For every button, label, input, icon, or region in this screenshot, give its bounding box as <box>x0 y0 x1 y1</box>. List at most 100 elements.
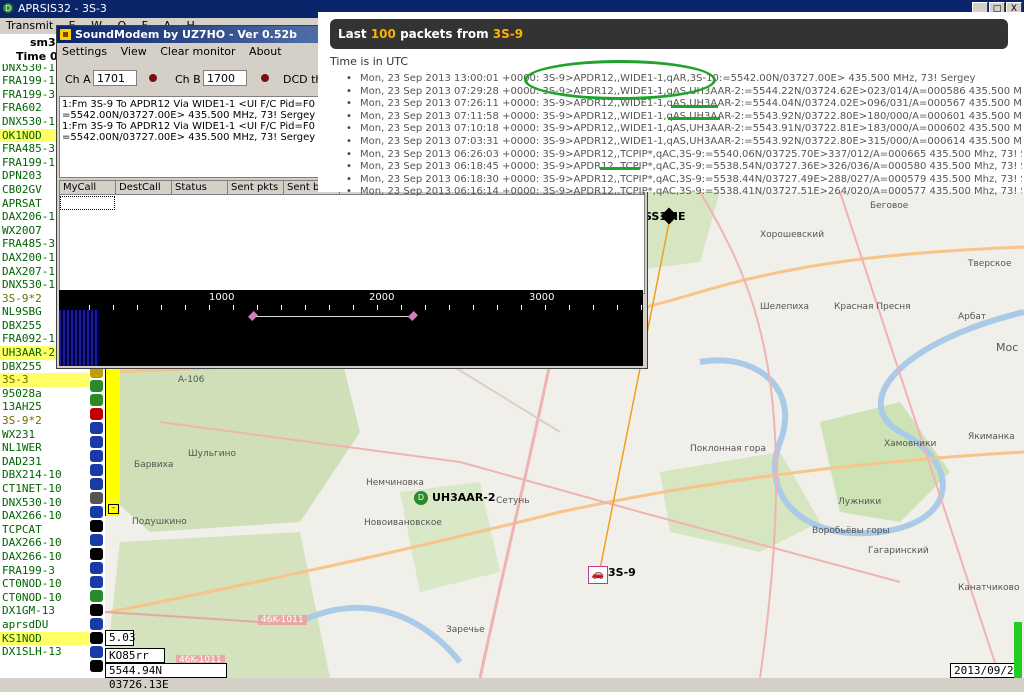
waterfall-display[interactable]: 1000 2000 3000 <box>59 290 643 366</box>
freq-tick <box>353 305 354 310</box>
freq-label: 3000 <box>529 292 555 303</box>
aprs-symbol-icon <box>90 394 103 406</box>
col-status[interactable]: Status <box>172 181 228 195</box>
waterfall-signal <box>59 310 99 366</box>
aprs-symbol-icon <box>90 450 103 462</box>
heading-middle: packets from <box>400 27 489 41</box>
digipeater-icon[interactable]: D <box>414 491 428 505</box>
aprs-symbol-icon <box>90 604 103 616</box>
freq-tick <box>593 305 594 310</box>
packet-row: Mon, 23 Sep 2013 07:10:18 +0000: 3S-9>AP… <box>346 123 1022 136</box>
aprs-symbol-icon <box>90 520 103 532</box>
aprsis-app-icon: D <box>2 2 14 14</box>
aprs-symbol-icon <box>90 492 103 504</box>
scroll-thumb[interactable]: - <box>108 504 119 514</box>
freq-tick <box>281 305 282 310</box>
web-panel: Last 100 packets from 3S-9 Time is in UT… <box>318 12 1024 199</box>
ch-b-indicator <box>261 74 269 82</box>
freq-tick <box>305 305 306 310</box>
col-destcall[interactable]: DestCall <box>116 181 172 195</box>
modem-bandwidth-line <box>253 316 413 317</box>
freq-tick <box>497 305 498 310</box>
signal-bar <box>1014 622 1022 678</box>
aprs-symbol-icon <box>90 534 103 546</box>
window-title: APRSIS32 - 3S-3 <box>18 2 107 15</box>
station-label-top[interactable]: SS1ME <box>644 210 685 223</box>
freq-tick <box>329 305 330 310</box>
ch-b-label: Ch B <box>175 73 201 86</box>
freq-tick <box>545 305 546 310</box>
packet-row: Mon, 23 Sep 2013 06:26:03 +0000: 3S-9>AP… <box>346 149 1022 162</box>
status-value: 5.03 <box>105 630 136 646</box>
ch-a-label: Ch A <box>65 73 91 86</box>
svg-text:D: D <box>5 4 11 13</box>
station-label-uh3aar[interactable]: UH3AAR-2 <box>432 491 496 504</box>
freq-tick <box>161 305 162 310</box>
col-sent-pkts[interactable]: Sent pkts <box>228 181 284 195</box>
aprs-symbol-icon <box>90 632 103 644</box>
aprs-symbol-icon <box>90 548 103 560</box>
freq-tick <box>185 305 186 310</box>
aprs-symbol-icon <box>90 562 103 574</box>
ch-b-marker[interactable] <box>408 311 418 321</box>
soundmodem-title: SoundModem by UZ7HO - Ver 0.52b <box>75 28 298 41</box>
ch-a-input[interactable]: 1701 <box>93 70 137 86</box>
freq-label: 1000 <box>209 292 235 303</box>
ch-b-input[interactable]: 1700 <box>203 70 247 86</box>
status-date: 2013/09/23 <box>950 663 1020 678</box>
packets-heading: Last 100 packets from 3S-9 <box>330 19 1008 49</box>
aprs-symbol-icon <box>90 464 103 476</box>
freq-tick <box>257 305 258 310</box>
menu-transmit[interactable]: Transmit <box>0 18 59 33</box>
freq-tick <box>473 305 474 310</box>
table-selected-cell[interactable] <box>60 196 115 210</box>
aprs-symbol-icon <box>90 590 103 602</box>
freq-tick <box>449 305 450 310</box>
freq-tick <box>209 305 210 310</box>
aprs-symbol-icon <box>90 660 103 672</box>
highlight-underline <box>600 167 640 170</box>
status-grid: KO85rr <box>105 648 165 663</box>
aprs-symbol-icon <box>90 506 103 518</box>
aprs-symbol-icon <box>90 422 103 434</box>
aprs-symbol-icon <box>90 408 103 420</box>
status-coords: 5544.94N 03726.13E <box>105 663 227 691</box>
col-mycall[interactable]: MyCall <box>60 181 116 195</box>
car-icon[interactable]: 🚗 <box>588 566 608 584</box>
menu-about[interactable]: About <box>244 44 287 59</box>
menu-clear-monitor[interactable]: Clear monitor <box>155 44 240 59</box>
packet-row: Mon, 23 Sep 2013 07:03:31 +0000: 3S-9>AP… <box>346 136 1022 149</box>
highlight-ellipse <box>524 60 716 100</box>
aprs-symbol-icon <box>90 618 103 630</box>
packet-row: Mon, 23 Sep 2013 06:18:30 +0000: 3S-9>AP… <box>346 174 1022 187</box>
aprs-symbol-icon <box>90 380 103 392</box>
highlight-underline <box>672 105 718 108</box>
menu-settings[interactable]: Settings <box>57 44 112 59</box>
station-label-3s9[interactable]: 3S-9 <box>608 566 636 579</box>
heading-prefix: Last <box>338 27 367 41</box>
highlight-underline <box>668 117 720 120</box>
heading-callsign[interactable]: 3S-9 <box>493 27 523 41</box>
station-header-sub: Time 0 <box>16 50 58 63</box>
freq-tick <box>521 305 522 310</box>
aprs-symbol-icon <box>90 646 103 658</box>
freq-tick <box>617 305 618 310</box>
soundmodem-icon <box>60 29 71 40</box>
freq-tick <box>233 305 234 310</box>
ch-a-marker[interactable] <box>248 311 258 321</box>
station-list-scrollbar[interactable]: - <box>105 354 120 516</box>
symbol-column <box>89 364 105 678</box>
packet-row: Mon, 23 Sep 2013 06:16:14 +0000: 3S-9>AP… <box>346 186 1022 199</box>
freq-tick <box>641 305 642 310</box>
freq-tick <box>569 305 570 310</box>
heading-count: 100 <box>370 27 396 41</box>
utc-note: Time is in UTC <box>330 55 409 68</box>
freq-tick <box>401 305 402 310</box>
packet-row: Mon, 23 Sep 2013 06:18:45 +0000: 3S-9>AP… <box>346 161 1022 174</box>
freq-tick <box>377 305 378 310</box>
freq-tick <box>113 305 114 310</box>
menu-view[interactable]: View <box>116 44 152 59</box>
ch-a-indicator <box>149 74 157 82</box>
aprs-symbol-icon <box>90 436 103 448</box>
freq-tick <box>137 305 138 310</box>
